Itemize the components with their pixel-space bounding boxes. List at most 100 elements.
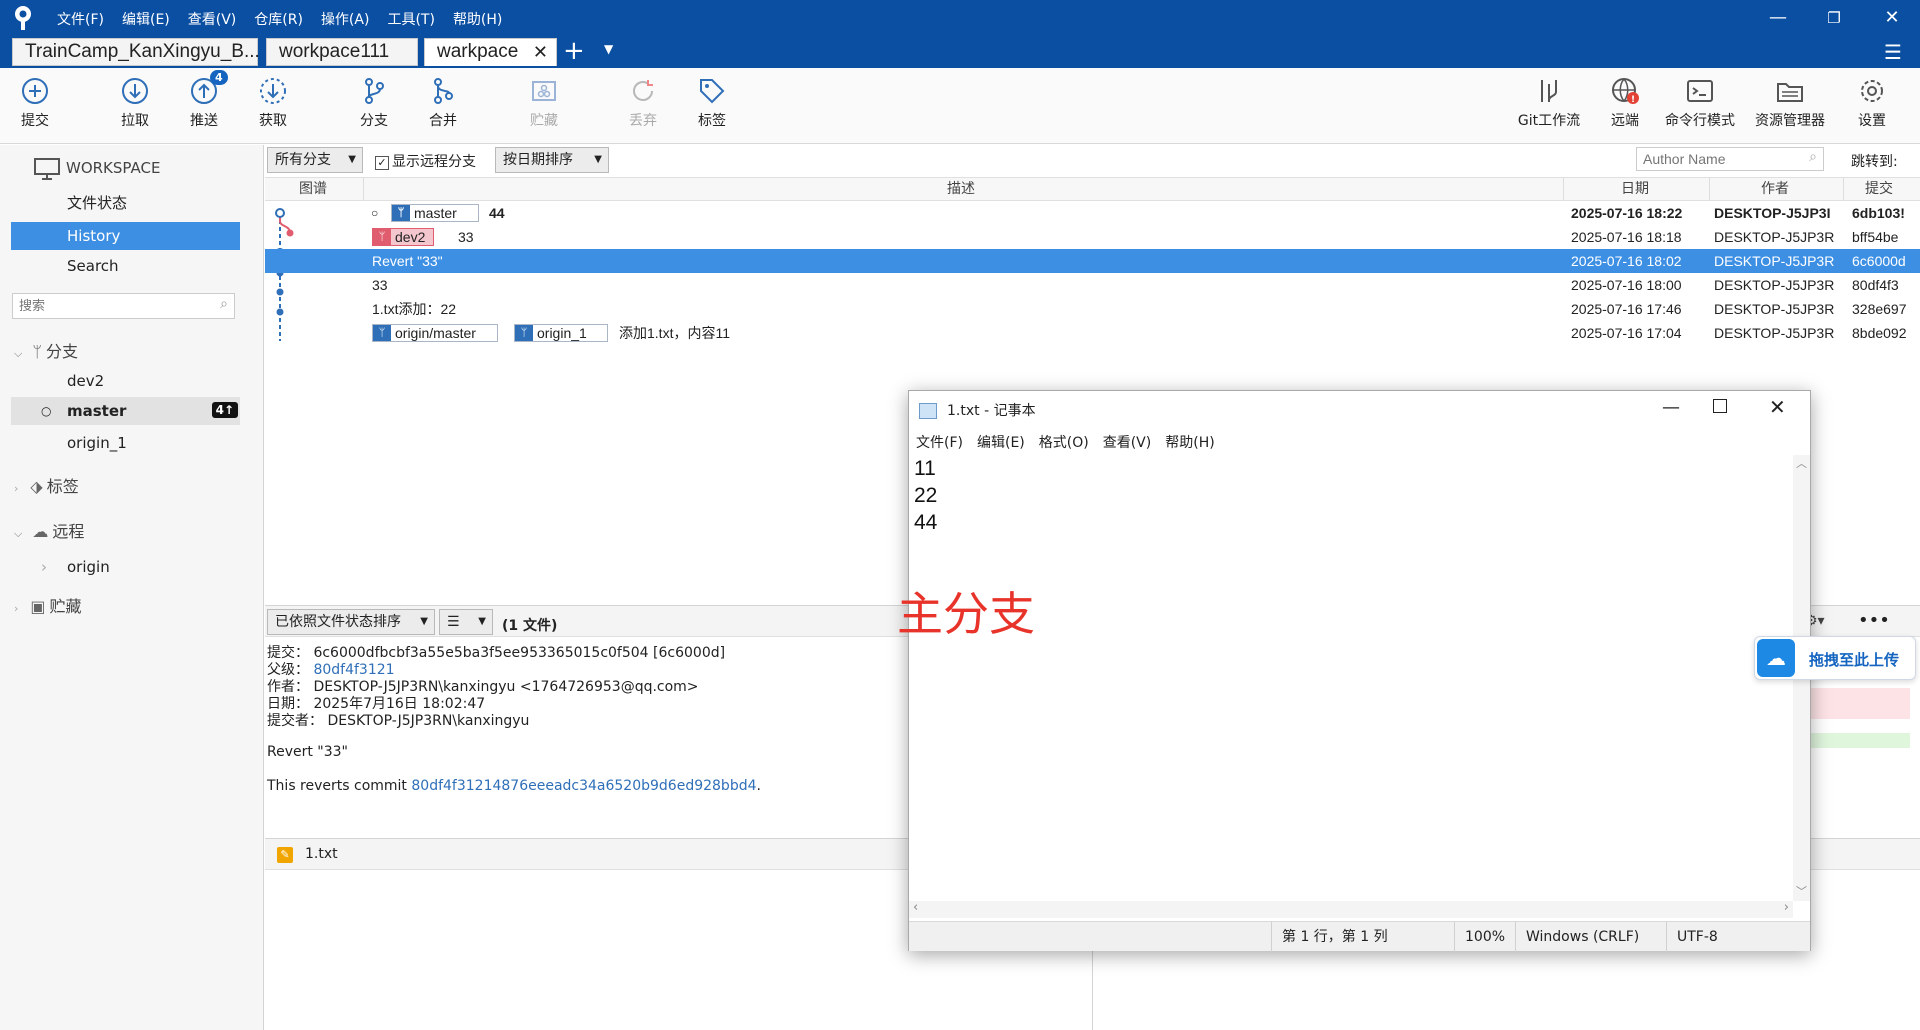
explorer-button[interactable]: 资源管理器 bbox=[1750, 76, 1830, 130]
sidebar-item-search[interactable]: Search bbox=[11, 252, 240, 280]
branch-button[interactable]: 分支 bbox=[339, 76, 409, 130]
tab-close-icon[interactable]: ✕ bbox=[533, 39, 548, 65]
push-button[interactable]: 4 推送 bbox=[169, 70, 239, 130]
chevron-down-icon: ▼ bbox=[420, 616, 428, 627]
tags-section[interactable]: › ⬗ 标签 bbox=[14, 473, 79, 501]
col-date[interactable]: 日期 bbox=[1621, 178, 1649, 200]
maximize-icon[interactable] bbox=[1713, 399, 1727, 413]
pull-button[interactable]: 拉取 bbox=[100, 76, 170, 130]
horizontal-scrollbar[interactable]: ‹ › bbox=[909, 900, 1793, 918]
divider bbox=[1843, 178, 1844, 200]
gitflow-button[interactable]: Git工作流 bbox=[1514, 76, 1584, 130]
reverts-hash-link[interactable]: 80df4f31214876eeeadc34a6520b9d6ed928bbd4 bbox=[411, 778, 756, 794]
commit-button[interactable]: 提交 bbox=[0, 76, 70, 130]
menu-file[interactable]: 文件(F) bbox=[48, 9, 113, 29]
author-search-input[interactable] bbox=[1637, 148, 1797, 170]
diff-added-line bbox=[1811, 733, 1910, 748]
notepad-menu-format[interactable]: 格式(O) bbox=[1032, 431, 1096, 455]
menu-repository[interactable]: 仓库(R) bbox=[245, 9, 312, 29]
scroll-right-icon[interactable]: › bbox=[1784, 900, 1789, 915]
sidebar-item-file-status[interactable]: 文件状态 bbox=[11, 189, 240, 217]
col-desc[interactable]: 描述 bbox=[947, 178, 975, 200]
branch-filter-select[interactable]: 所有分支 ▼ bbox=[267, 147, 363, 173]
discard-button[interactable]: 丢弃 bbox=[608, 76, 678, 130]
explorer-label: 资源管理器 bbox=[1755, 113, 1825, 129]
fetch-label: 获取 bbox=[259, 113, 287, 129]
fetch-button[interactable]: 获取 bbox=[238, 76, 308, 130]
scroll-down-icon[interactable]: ﹀ bbox=[1796, 883, 1807, 899]
sidebar: WORKSPACE 文件状态 History Search ⌕ ⌵ ᛘ分支 dev… bbox=[0, 145, 264, 1030]
notepad-menu-help[interactable]: 帮助(H) bbox=[1158, 431, 1221, 455]
merge-button[interactable]: 合并 bbox=[408, 76, 478, 130]
branches-section[interactable]: ⌵ ᛘ 分支 bbox=[14, 338, 78, 366]
table-row[interactable]: Revert "33" 2025-07-16 18:02 DESKTOP-J5J… bbox=[265, 249, 1920, 273]
author-search-box: ⌕ bbox=[1636, 147, 1824, 171]
notepad-menu-view[interactable]: 查看(V) bbox=[1096, 431, 1159, 455]
menu-tools[interactable]: 工具(T) bbox=[378, 9, 443, 29]
sort-select[interactable]: 按日期排序 ▼ bbox=[495, 147, 609, 173]
branch-item-origin-1[interactable]: origin_1 bbox=[11, 429, 240, 457]
settings-button[interactable]: 设置 bbox=[1837, 76, 1907, 130]
remote-item-origin[interactable]: › origin bbox=[11, 553, 240, 581]
hamburger-menu-icon[interactable]: ☰ bbox=[1884, 40, 1902, 64]
table-row[interactable]: 33 2025-07-16 18:00 DESKTOP-J5JP3R 80df4… bbox=[265, 273, 1920, 297]
scroll-left-icon[interactable]: ‹ bbox=[913, 900, 918, 915]
table-row[interactable]: 1.txt添加：22 2025-07-16 17:46 DESKTOP-J5JP… bbox=[265, 297, 1920, 321]
status-position: 第 1 行，第 1 列 bbox=[1271, 922, 1441, 952]
gear-icon bbox=[1861, 80, 1883, 102]
stashes-section[interactable]: › ▣ 贮藏 bbox=[14, 593, 82, 621]
ref-badge-dev2[interactable]: ᛘ dev2 bbox=[372, 228, 434, 246]
table-row[interactable]: ○ ᛘ master 44 2025-07-16 18:22 DESKTOP-J5… bbox=[265, 201, 1920, 225]
show-remote-toggle[interactable]: ✓ 显示远程分支 bbox=[375, 151, 476, 171]
minimize-icon[interactable]: — bbox=[1766, 6, 1790, 30]
ref-label: origin/master bbox=[395, 325, 476, 341]
terminal-button[interactable]: 命令行模式 bbox=[1660, 76, 1740, 130]
commit-date: 2025-07-16 18:18 bbox=[1571, 229, 1682, 245]
globe-icon: ! bbox=[1612, 78, 1639, 105]
branch-item-master[interactable]: ○ master 4↑ bbox=[11, 397, 240, 425]
gear-dropdown-icon[interactable]: ⚙▾ bbox=[1805, 609, 1845, 635]
file-sort-select[interactable]: 已依照文件状态排序 ▼ bbox=[267, 609, 435, 635]
ref-badge-origin-master[interactable]: ᛘ origin/master bbox=[372, 324, 498, 342]
stash-button[interactable]: 贮藏 bbox=[509, 76, 579, 130]
gitflow-label: Git工作流 bbox=[1517, 113, 1581, 129]
tab-traincamp[interactable]: TrainCamp_KanXingyu_B... bbox=[12, 38, 260, 66]
menu-help[interactable]: 帮助(H) bbox=[444, 9, 511, 29]
merge-icon bbox=[434, 78, 453, 104]
col-author[interactable]: 作者 bbox=[1761, 178, 1789, 200]
close-icon[interactable]: ✕ bbox=[1880, 6, 1904, 30]
tab-dropdown-icon[interactable]: ▼ bbox=[604, 42, 613, 56]
sidebar-item-history[interactable]: History bbox=[11, 222, 240, 250]
remotes-section[interactable]: ⌵ ☁ 远程 bbox=[14, 518, 84, 546]
menu-edit[interactable]: 编辑(E) bbox=[113, 9, 179, 29]
ref-badge-master[interactable]: ᛘ master bbox=[391, 204, 479, 222]
restore-icon[interactable]: ❐ bbox=[1822, 6, 1846, 30]
more-options-icon[interactable]: ••• bbox=[1858, 609, 1890, 633]
sidebar-search-input[interactable] bbox=[13, 294, 203, 318]
branch-item-dev2[interactable]: dev2 bbox=[11, 367, 240, 395]
ref-badge-origin-1[interactable]: ᛘ origin_1 bbox=[514, 324, 608, 342]
tab-warkpace[interactable]: warkpace ✕ bbox=[424, 38, 557, 66]
menu-actions[interactable]: 操作(A) bbox=[312, 9, 379, 29]
notepad-text-area[interactable]: 11 22 44 bbox=[909, 455, 1793, 901]
table-row[interactable]: ᛘ dev2 33 2025-07-16 18:18 DESKTOP-J5JP3R… bbox=[265, 225, 1920, 249]
upload-widget[interactable]: ☁ 拖拽至此上传 bbox=[1754, 636, 1916, 680]
scroll-up-icon[interactable]: ︿ bbox=[1796, 455, 1807, 471]
table-row[interactable]: ᛘ origin/master ᛘ origin_1 添加1.txt，内容11 20… bbox=[265, 321, 1920, 345]
tab-workpace111[interactable]: workpace111 bbox=[266, 38, 418, 66]
menu-view[interactable]: 查看(V) bbox=[179, 9, 246, 29]
view-mode-select[interactable]: ☰ ▼ bbox=[439, 609, 493, 635]
notepad-menu-edit[interactable]: 编辑(E) bbox=[970, 431, 1032, 455]
commit-icon bbox=[22, 78, 48, 104]
col-commit[interactable]: 提交 bbox=[1865, 178, 1893, 200]
commit-author: DESKTOP-J5JP3I bbox=[1714, 205, 1831, 221]
minimize-icon[interactable]: — bbox=[1656, 397, 1686, 418]
notepad-menu-file[interactable]: 文件(F) bbox=[909, 431, 970, 455]
commit-date: 2025-07-16 18:22 bbox=[1571, 205, 1683, 221]
col-graph[interactable]: 图谱 bbox=[299, 178, 327, 200]
tag-button[interactable]: 标签 bbox=[677, 76, 747, 130]
close-icon[interactable]: ✕ bbox=[1769, 395, 1786, 419]
remote-button[interactable]: ! 远端 bbox=[1590, 76, 1660, 130]
sourcetree-logo-icon bbox=[15, 6, 31, 30]
new-tab-icon[interactable]: + bbox=[563, 36, 585, 66]
